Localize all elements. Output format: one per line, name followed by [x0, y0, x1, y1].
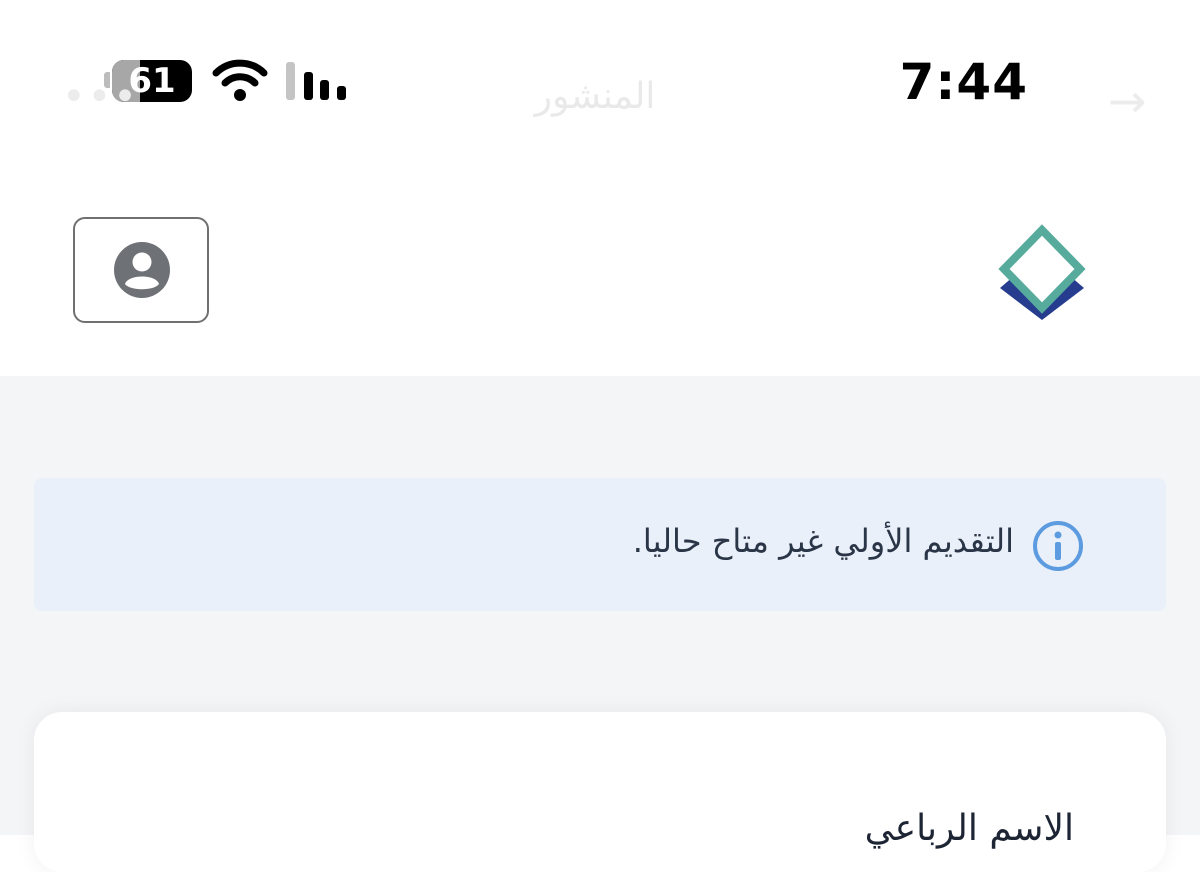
info-message: التقديم الأولي غير متاح حاليا. [632, 522, 1014, 560]
back-arrow-icon[interactable]: → [1108, 76, 1147, 126]
status-time: 7:44 [899, 53, 1028, 111]
main-content: التقديم الأولي غير متاح حاليا. الاسم الر… [0, 376, 1200, 872]
wifi-icon [212, 59, 268, 101]
form-card: الاسم الرباعي [34, 712, 1166, 872]
app-header [0, 160, 1200, 376]
cellular-signal-icon [286, 62, 346, 100]
account-circle-icon [114, 242, 170, 298]
info-icon [1033, 521, 1083, 571]
diamond-logo-icon [998, 224, 1086, 320]
full-name-label: الاسم الرباعي [864, 808, 1074, 849]
background-nav-title: المنشور [534, 76, 656, 117]
profile-button[interactable] [73, 217, 209, 323]
info-banner: التقديم الأولي غير متاح حاليا. [34, 478, 1166, 611]
more-dots-icon[interactable]: ••• [62, 72, 139, 122]
